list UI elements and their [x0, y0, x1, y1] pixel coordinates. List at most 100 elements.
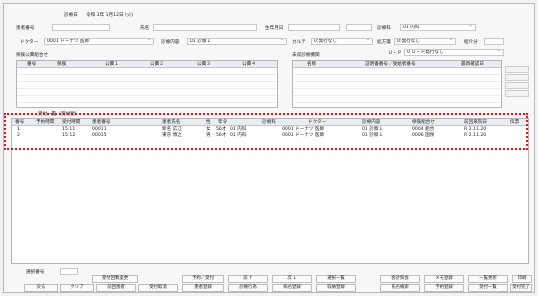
row-dept: 01 内科 [230, 133, 247, 138]
age-field [346, 24, 372, 31]
content-label: 診療内容 [161, 40, 180, 45]
name-field [153, 24, 257, 31]
chevron-down-icon: ⌃ [448, 38, 453, 44]
col-public3: 公費３ [197, 62, 211, 67]
cancel-reception-button[interactable]: 受付取消 [138, 284, 178, 292]
doctor-select[interactable]: 0001 ドーナツ 医師 ⌃ [44, 38, 154, 45]
col-content: 診療内容 [362, 120, 381, 125]
patient-no-input[interactable] [52, 24, 110, 31]
chevron-down-icon: ⌃ [279, 38, 284, 44]
reservation-register-button[interactable]: 予約登録 [424, 284, 464, 292]
row-sex: 男 [206, 133, 211, 138]
col-doctor: ドクター [308, 120, 327, 125]
dept-label: 診療科 [377, 26, 391, 31]
insurance-table[interactable]: 番号 保険 公費１ 公費２ 公費３ 公費４ [16, 60, 278, 108]
visit-no-input[interactable] [60, 268, 78, 275]
dept-select[interactable]: 01 内科 ⌃ [400, 24, 476, 31]
row-last-visit: R 2.11.20 [464, 133, 487, 138]
col-age: 年令 [218, 120, 228, 125]
chevron-down-icon: ⌃ [496, 49, 501, 55]
birthdate-label: 生年月日 [265, 26, 284, 31]
table-row[interactable]: 2 15:12 00015 東京 博之 男 56才 01 内科 0001 ドーナ… [12, 133, 528, 139]
date-label: 診療日 [64, 13, 78, 18]
karte-select[interactable]: 0:発行なし ⌃ [311, 38, 373, 45]
clear-button[interactable]: クリア [60, 284, 94, 292]
print-button[interactable]: 印刷 [512, 275, 532, 283]
col-patient-no: 患者番号 [92, 120, 111, 125]
previous-patient-button[interactable]: 前回患者 [96, 284, 136, 292]
row-time: 15:12 [62, 133, 76, 138]
referral-label: 紹介分 [464, 40, 478, 45]
col-public4: 公費４ [242, 62, 256, 67]
row-no: 2 [17, 133, 20, 138]
patient-no-label: 患者番号 [16, 26, 35, 31]
col-org-name: 名称 [307, 62, 317, 67]
reception-list[interactable]: 番号 予約時間 受付時間 患者番号 患者氏名 性 年令 診療科 ドクター 診療内… [11, 118, 529, 264]
prev-button[interactable]: 前 ↑ [228, 275, 268, 283]
side-box-1 [505, 66, 529, 73]
col-dept: 診療科 [262, 120, 276, 125]
row-patient-no: 00015 [92, 133, 107, 138]
col-no: 番号 [27, 62, 37, 67]
org-header: 名称 証明書番号／受給者番号 最新確認日 [293, 61, 501, 68]
payment-register-button[interactable]: 収納登録 [316, 284, 356, 292]
insurance-title: 保険公費組合せ [16, 53, 49, 58]
chevron-down-icon: ⌃ [365, 38, 370, 44]
name-search-button[interactable]: 氏名検索 [380, 284, 420, 292]
col-last-check: 最新確認日 [461, 62, 484, 67]
row-insurance: 0006 国保 [412, 133, 435, 138]
up-label: Ｕ・Ｐ [388, 51, 402, 56]
reserve-reception-button[interactable]: 予約／受付 [182, 275, 224, 283]
date-value[interactable]: 令和 3年 1月12日 (火) [86, 13, 133, 19]
col-slip: 伝票 [510, 120, 520, 125]
chevron-down-icon: ⌃ [146, 38, 151, 44]
org-title: 未収診療機関 [292, 53, 320, 58]
side-box-4 [505, 90, 529, 97]
patient-register-button[interactable]: 患者登録 [182, 284, 224, 292]
memo-register-button[interactable]: メモ登録 [424, 275, 464, 283]
chevron-down-icon: ⌃ [468, 24, 473, 30]
name-label: 氏名 [140, 26, 150, 31]
col-insurance-combo: 保険組合せ [412, 120, 435, 125]
reception-list-button[interactable]: 受付一覧 [468, 284, 508, 292]
row-content: 01 診察１ [362, 133, 384, 138]
row-name: 東京 博之 [162, 133, 182, 138]
reception-complete-button[interactable]: 受付完了 [510, 284, 532, 292]
col-patient-name: 患者氏名 [162, 120, 181, 125]
col-no: 番号 [15, 120, 25, 125]
insurance-rows [17, 68, 277, 107]
side-box-3 [505, 82, 529, 89]
col-sex: 性 [206, 120, 211, 125]
insurance-header: 番号 保険 公費１ 公費２ 公費３ 公費４ [17, 61, 277, 68]
row-age: 56才 [216, 133, 227, 138]
prescription-select[interactable]: 0:発行なし ⌃ [394, 38, 456, 45]
reception-window: 診療日 令和 3年 1月12日 (火) 患者番号 氏名 生年月日 診療科 01 … [3, 3, 535, 293]
col-insurance: 保険 [57, 62, 67, 67]
next-button[interactable]: 次 ↓ [272, 275, 312, 283]
content-select[interactable]: 01 診察１ ⌃ [187, 38, 287, 45]
referral-field[interactable] [484, 38, 504, 45]
visit-no-label: 選択番号 [26, 270, 45, 275]
back-button[interactable]: 戻る [24, 284, 58, 292]
col-public1: 公費１ [105, 62, 119, 67]
selection-list-button[interactable]: 選択一覧 [316, 275, 356, 283]
org-rows [293, 68, 501, 107]
col-reception-time: 受付時間 [62, 120, 81, 125]
disease-register-button[interactable]: 病名登録 [272, 284, 312, 292]
col-reserve-time: 予約時間 [36, 120, 55, 125]
medical-action-button[interactable]: 診療行為 [228, 284, 268, 292]
col-last-visit: 前回来院日 [464, 120, 487, 125]
change-visit-count-button[interactable]: 受付回数変更 [92, 275, 138, 283]
col-cert-no: 証明書番号／受給者番号 [365, 62, 416, 67]
row-doctor: 0001 ドーナツ 医師 [282, 133, 325, 138]
col-public2: 公費２ [150, 62, 164, 67]
list-refresh-button[interactable]: 一覧更新 [468, 275, 508, 283]
karte-label: カルテ [292, 40, 306, 45]
doctor-label: ドクター [20, 40, 39, 45]
accounting-inquiry-button[interactable]: 会計照会 [380, 275, 420, 283]
org-table[interactable]: 名称 証明書番号／受給者番号 最新確認日 [292, 60, 502, 108]
prescription-label: 処方箋 [377, 40, 391, 45]
birthdate-field [288, 24, 340, 31]
up-select[interactable]: 0 Ｕ・Ｐ発行なし ⌃ [404, 49, 504, 56]
list-header: 番号 予約時間 受付時間 患者番号 患者氏名 性 年令 診療科 ドクター 診療内… [12, 119, 528, 126]
